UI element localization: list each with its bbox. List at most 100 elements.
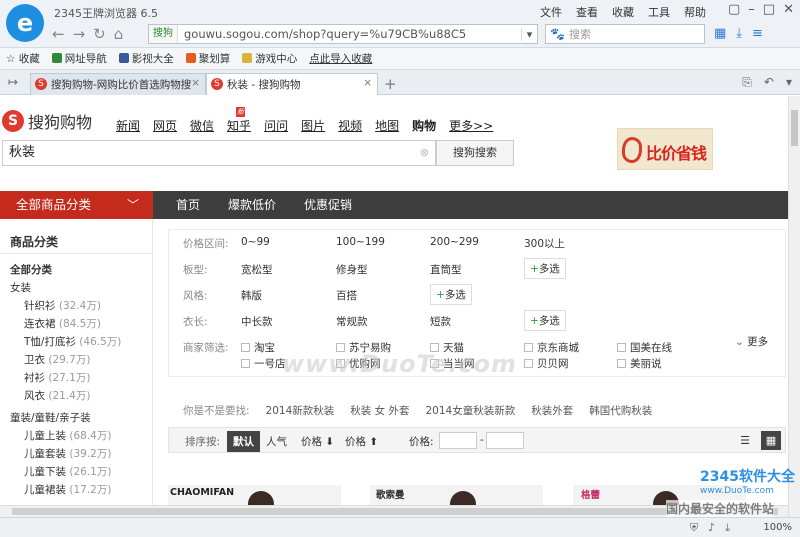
all-categories-button[interactable]: 全部商品分类 ﹀	[0, 191, 153, 219]
search-input[interactable]: 搜索	[569, 26, 591, 42]
filter-option[interactable]: 300以上	[524, 236, 565, 251]
suggestion-link[interactable]: 秋装外套	[531, 403, 573, 418]
sidebar-item[interactable]: 儿童上装 (68.4万)	[24, 428, 111, 443]
vertical-scrollbar[interactable]	[788, 96, 800, 517]
filter-option[interactable]: 修身型	[336, 262, 368, 277]
zoom-level[interactable]: 100%	[763, 522, 792, 533]
sort-default-button[interactable]: 默认	[227, 431, 260, 452]
browser-search-box[interactable]: 🐾 搜索	[545, 24, 705, 44]
forward-icon[interactable]: →	[73, 25, 86, 43]
sort-price-asc[interactable]: 价格 ⬆	[345, 434, 378, 449]
price-max-input[interactable]	[486, 432, 524, 449]
speaker-icon[interactable]: ♪	[708, 521, 715, 535]
nav-more[interactable]: 更多>>	[449, 117, 493, 134]
undo-close-icon[interactable]: ↦	[8, 75, 18, 89]
filter-option[interactable]: 百搭	[336, 288, 357, 303]
merchant-checkbox[interactable]: 美丽说	[617, 356, 662, 371]
chevron-down-icon[interactable]: ▾	[521, 27, 537, 41]
search-query-input[interactable]: 秋装 ⊗	[2, 140, 436, 166]
sidebar-item-kids[interactable]: 童装/童鞋/亲子装	[10, 410, 91, 425]
suggestion-link[interactable]: 2014女童秋装新款	[425, 403, 515, 418]
merchant-checkbox[interactable]: 贝贝网	[524, 356, 569, 371]
menu-help[interactable]: 帮助	[684, 4, 706, 20]
suggestion-link[interactable]: 韩国代购秋装	[589, 403, 652, 418]
address-bar[interactable]: 搜狗 gouwu.sogou.com/shop?query=%u79CB%u88…	[148, 24, 538, 44]
sidebar-item-women[interactable]: 女装	[10, 280, 31, 295]
sidebar-item-all[interactable]: 全部分类	[10, 262, 52, 277]
merchant-checkbox[interactable]: 京东商城	[524, 340, 579, 355]
nav-news[interactable]: 新闻	[116, 117, 140, 134]
sidebar-item[interactable]: 儿童下装 (26.1万)	[24, 464, 111, 479]
sort-price-desc[interactable]: 价格 ⬇	[301, 434, 334, 449]
refresh-icon[interactable]: ↻	[93, 25, 106, 43]
grid-icon[interactable]: ▦	[714, 26, 726, 41]
nav-wenwen[interactable]: 问问	[264, 117, 288, 134]
maximize-icon[interactable]: □	[763, 2, 775, 17]
fav-video[interactable]: 影视大全	[118, 51, 174, 66]
filter-option[interactable]: 韩版	[241, 288, 262, 303]
scroll-thumb[interactable]	[12, 508, 778, 515]
sort-popularity[interactable]: 人气	[266, 434, 287, 449]
more-filters-button[interactable]: ⌄ 更多	[735, 334, 768, 349]
link-promotions[interactable]: 优惠促销	[304, 191, 352, 219]
browser-logo-icon[interactable]: e	[6, 4, 44, 42]
fav-import[interactable]: 点此导入收藏	[309, 51, 372, 66]
tab-close-icon[interactable]: ×	[191, 77, 200, 89]
sidebar-item[interactable]: 风衣 (21.4万)	[24, 388, 90, 403]
merchant-checkbox[interactable]: 一号店	[241, 356, 286, 371]
menu-view[interactable]: 查看	[576, 4, 598, 20]
nav-zhihu[interactable]: 知乎	[227, 117, 251, 134]
sidebar-item[interactable]: 儿童套装 (39.2万)	[24, 446, 111, 461]
tab-sogou-home[interactable]: S 搜狗购物-网购比价首选购物搜 ×	[30, 73, 206, 95]
clear-icon[interactable]: ⊗	[420, 141, 429, 165]
close-icon[interactable]: ✕	[783, 2, 794, 17]
new-tab-icon[interactable]: +	[384, 75, 397, 93]
filter-option[interactable]: 直筒型	[430, 262, 462, 277]
back-icon[interactable]: ←	[52, 25, 65, 43]
merchant-checkbox[interactable]: 国美在线	[617, 340, 672, 355]
menu-file[interactable]: 文件	[540, 4, 562, 20]
multi-select-button[interactable]: +多选	[524, 310, 566, 331]
chevron-down-icon[interactable]: ▾	[786, 75, 792, 90]
link-hot-deals[interactable]: 爆款低价	[228, 191, 276, 219]
multi-select-button[interactable]: +多选	[524, 258, 566, 279]
nav-shopping[interactable]: 购物	[412, 117, 436, 134]
filter-option[interactable]: 0~99	[241, 236, 270, 248]
favorites-button[interactable]: ☆ 收藏	[6, 51, 40, 66]
skin-icon[interactable]: ▢	[728, 2, 740, 17]
menu-favorites[interactable]: 收藏	[612, 4, 634, 20]
home-icon[interactable]: ⌂	[114, 25, 124, 43]
sogou-shopping-logo[interactable]: S 搜狗购物	[2, 109, 92, 133]
nav-images[interactable]: 图片	[301, 117, 325, 134]
list-view-icon[interactable]: ☰	[735, 431, 755, 450]
sidebar-item[interactable]: T恤/打底衫 (46.5万)	[24, 334, 121, 349]
sidebar-item[interactable]: 儿童裙装 (17.2万)	[24, 482, 111, 497]
sogou-search-button[interactable]: 搜狗搜索	[436, 140, 514, 166]
ad-banner[interactable]: 比价省钱	[617, 128, 713, 170]
filter-option[interactable]: 中长款	[241, 314, 273, 329]
tab-close-icon[interactable]: ×	[363, 77, 372, 89]
sidebar-item[interactable]: 衬衫 (27.1万)	[24, 370, 90, 385]
sidebar-item[interactable]: 卫衣 (29.7万)	[24, 352, 90, 367]
menu-icon[interactable]: ≡	[752, 26, 763, 41]
address-url[interactable]: gouwu.sogou.com/shop?query=%u79CB%u88C5	[178, 27, 521, 41]
price-min-input[interactable]	[439, 432, 477, 449]
nav-video[interactable]: 视频	[338, 117, 362, 134]
fav-games[interactable]: 游戏中心	[242, 51, 297, 66]
menu-tools[interactable]: 工具	[648, 4, 670, 20]
grid-view-icon[interactable]: ▦	[761, 431, 781, 450]
merchant-checkbox[interactable]: 淘宝	[241, 340, 275, 355]
link-home[interactable]: 首页	[176, 191, 200, 219]
sidebar-item[interactable]: 连衣裙 (84.5万)	[24, 316, 101, 331]
nav-web[interactable]: 网页	[153, 117, 177, 134]
nav-map[interactable]: 地图	[375, 117, 399, 134]
undo-icon[interactable]: ↶	[764, 75, 774, 90]
filter-option[interactable]: 短款	[430, 314, 451, 329]
minimize-icon[interactable]: –	[748, 2, 755, 17]
download-icon[interactable]: ⤓	[736, 26, 742, 41]
filter-option[interactable]: 常规款	[336, 314, 368, 329]
fav-juhuasuan[interactable]: 聚划算	[185, 51, 230, 66]
tab-qiuzhuang[interactable]: S 秋装 - 搜狗购物 ×	[206, 73, 378, 95]
download-icon[interactable]: ⤓	[725, 521, 730, 535]
suggestion-link[interactable]: 2014新款秋装	[266, 403, 335, 418]
